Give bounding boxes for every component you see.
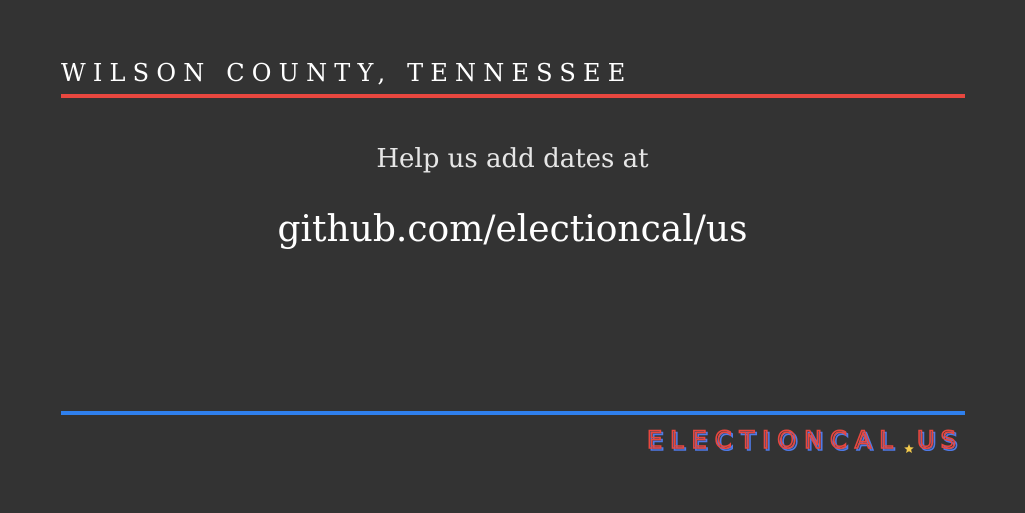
electioncal-logo: ELECTIONCAL ELECTIONCAL US US [646, 425, 962, 457]
brand-text-red: ELECTIONCAL [647, 426, 901, 454]
brand-logo: ELECTIONCAL ELECTIONCAL US US [645, 424, 965, 458]
help-text: Help us add dates at [376, 144, 649, 174]
brand-tld-red: US [917, 426, 962, 454]
county-title: WILSON COUNTY, TENNESSEE [61, 59, 633, 87]
social-card: WILSON COUNTY, TENNESSEE Help us add dat… [0, 0, 1025, 513]
bottom-divider-blue [61, 411, 965, 415]
repo-link[interactable]: github.com/electioncal/us [0, 205, 1025, 255]
star-icon [904, 444, 914, 453]
top-divider-red [61, 94, 965, 98]
